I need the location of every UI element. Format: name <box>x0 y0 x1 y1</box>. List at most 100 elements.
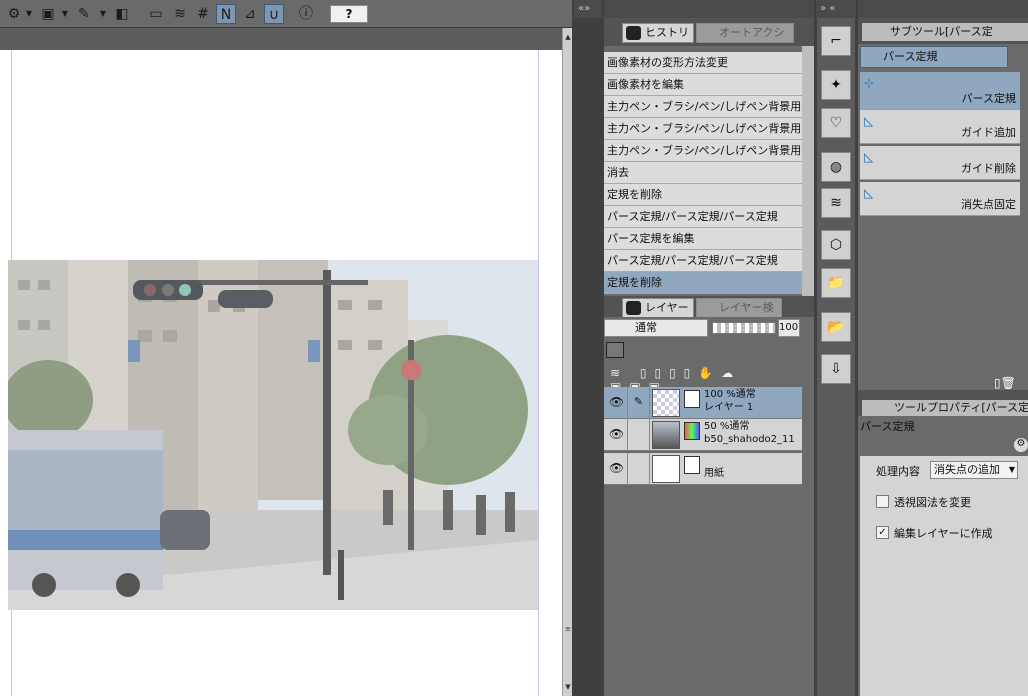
layer-name: b50_shahodo2_11 <box>704 434 795 445</box>
layer-thumbnail <box>652 389 680 417</box>
panel-divider <box>572 0 604 696</box>
visibility-eye-icon[interactable]: 👁 <box>606 419 628 451</box>
layer-thumbnail <box>652 455 680 483</box>
process-select-value: 消失点の追加 <box>934 463 1000 476</box>
new-delete-icon[interactable]: ▯🗑 <box>994 376 1024 390</box>
history-item[interactable]: 消去 <box>604 162 802 184</box>
info-icon[interactable]: ⓘ <box>296 4 316 24</box>
history-item-selected[interactable]: 定規を削除 <box>604 272 802 294</box>
wand-icon[interactable]: ✎ <box>74 4 94 24</box>
folder-icon[interactable]: 📁 <box>821 268 851 298</box>
process-select[interactable]: 消失点の追加 ▼ <box>930 461 1018 479</box>
subtool-column-header <box>858 0 1028 18</box>
create-on-edit-layer-checkbox[interactable]: ✓ <box>876 526 889 539</box>
triangle-ruler-icon: ◺ <box>864 186 874 200</box>
history-item[interactable]: 定規を削除 <box>604 184 802 206</box>
ruler-icon <box>684 390 700 408</box>
history-item[interactable]: 主力ペン・ブラシ/ペン/しげペン背景用 <box>604 118 802 140</box>
visibility-eye-icon[interactable]: 👁 <box>606 453 628 485</box>
toolprop-body <box>860 456 1028 696</box>
toolprop-header[interactable]: ツールプロパティ[パース定 <box>862 400 1028 416</box>
history-item[interactable]: 画像素材の変形方法変更 <box>604 52 802 74</box>
layer-row[interactable]: 👁 50 %通常 b50_shahodo2_11 <box>604 419 802 451</box>
dropdown-arrow-icon[interactable]: ▼ <box>24 4 34 24</box>
layers-icon[interactable]: ≋ <box>170 4 190 24</box>
layer-opacity-mode: 100 %通常 <box>704 389 756 400</box>
tab-history[interactable]: ヒストリー <box>622 23 694 57</box>
layer-name: レイヤー 1 <box>704 402 754 413</box>
visibility-eye-icon[interactable]: 👁 <box>606 387 628 419</box>
opacity-value[interactable]: 100 <box>778 319 800 337</box>
layer-opacity-mode: 50 %通常 <box>704 421 750 432</box>
dropdown-arrow-icon[interactable]: ▼ <box>60 4 70 24</box>
history-item[interactable]: 主力ペン・ブラシ/ペン/しげペン背景用 <box>604 96 802 118</box>
triangle-ruler-icon: ◺ <box>864 150 874 164</box>
layer-name: 用紙 <box>704 468 724 479</box>
subtool-item-label: ガイド削除 <box>961 162 1016 175</box>
chevron-down-icon: ▼ <box>1008 465 1015 474</box>
special-ruler-snap-icon[interactable]: ⊿ <box>240 4 260 24</box>
opacity-slider[interactable] <box>712 322 776 334</box>
grid-snap-icon[interactable]: ∪ <box>264 4 284 24</box>
frame-icon[interactable]: ▣ <box>38 4 58 24</box>
triangle-ruler-icon: ◺ <box>864 114 874 128</box>
blend-mode-select[interactable]: 通常 <box>604 319 708 337</box>
layer-row[interactable]: 👁 ✎ 100 %通常 レイヤー 1 <box>604 387 802 419</box>
edit-pen-icon: ✎ <box>628 387 650 419</box>
collapse-palette-icon[interactable]: » « <box>816 0 856 18</box>
color-mode-icon[interactable]: ◧ <box>112 4 132 24</box>
canvas[interactable] <box>0 50 562 696</box>
layer-color-icon[interactable] <box>606 342 624 358</box>
layer-thumbnail <box>652 421 680 449</box>
history-item[interactable]: 主力ペン・ブラシ/ペン/しげペン背景用 <box>604 140 802 162</box>
subtool-item[interactable]: ◺ ガイド削除 <box>860 146 1020 180</box>
tool-group-icon[interactable]: ◍ <box>821 152 851 182</box>
tool-settings-icon[interactable]: ⚙ <box>4 4 24 24</box>
subtool-item[interactable]: ⊹ パース定規 <box>860 72 1020 110</box>
history-scrollbar[interactable] <box>802 46 814 296</box>
history-icon <box>626 26 641 40</box>
subtool-item-label: 消失点固定 <box>961 198 1016 211</box>
dropdown-arrow-icon[interactable]: ▼ <box>98 4 108 24</box>
panel-column-header <box>604 0 814 18</box>
create-on-edit-layer-label: 編集レイヤーに作成 <box>894 527 993 540</box>
canvas-header <box>0 28 572 50</box>
subtool-item-label: ガイド追加 <box>961 126 1016 139</box>
tab-layer[interactable]: レイヤー <box>622 298 694 318</box>
subtool-header[interactable]: サブツール[パース定 <box>862 23 1028 41</box>
toolprop-tool-name: パース定規 <box>860 420 915 433</box>
tab-layer-search[interactable]: レイヤー検索 <box>696 298 782 332</box>
history-item[interactable]: パース定規/パース定規/パース定規 <box>604 250 802 272</box>
wrench-icon[interactable]: ⚙ <box>1014 438 1028 452</box>
layer-tools-icon[interactable]: ≋ ▯▯▯▯✋☁▣▣▣ <box>610 366 798 394</box>
palette-column: ⌐ ✦ ♡ ◍ ≋ ⬡ 📁 📂 ⇩ <box>817 18 855 696</box>
subtool-item[interactable]: ◺ ガイド追加 <box>860 110 1020 144</box>
toolprop-title: ツールプロパティ[パース定 <box>894 401 1028 414</box>
subtool-item[interactable]: ◺ 消失点固定 <box>860 182 1020 216</box>
subtool-item-label: パース定規 <box>961 92 1016 105</box>
collapse-left-icon[interactable]: «» <box>574 0 602 18</box>
help-button[interactable]: ? <box>330 5 368 23</box>
layer-row[interactable]: 👁 用紙 <box>604 453 802 485</box>
perspective-change-checkbox[interactable] <box>876 495 889 508</box>
ruler-snap-icon[interactable]: N <box>216 4 236 24</box>
download-icon[interactable]: ⇩ <box>821 354 851 384</box>
tool-group-icon[interactable]: ≋ <box>821 188 851 218</box>
grid-icon[interactable]: # <box>193 4 213 24</box>
history-item[interactable]: パース定規/パース定規/パース定規 <box>604 206 802 228</box>
history-list: 画像素材の変形方法変更 画像素材を編集 主力ペン・ブラシ/ペン/しげペン背景用 … <box>604 46 802 296</box>
tool-group-icon[interactable]: ⬡ <box>821 230 851 260</box>
subtool-group-tab[interactable]: パース定規 <box>860 46 1008 68</box>
history-item[interactable]: パース定規を編集 <box>604 228 802 250</box>
canvas-vertical-scrollbar[interactable]: ▲ ≡ ▼ <box>562 28 572 696</box>
edit-pen-icon <box>628 453 650 485</box>
tab-auto-action[interactable]: オートアクション <box>696 23 794 57</box>
tool-group-icon[interactable]: ⌐ <box>821 26 851 56</box>
tool-group-icon[interactable]: ✦ <box>821 70 851 100</box>
canvas-guide-line <box>538 50 539 696</box>
tab-layer-label: レイヤー <box>645 301 689 314</box>
history-item[interactable]: 画像素材を編集 <box>604 74 802 96</box>
folder-open-icon[interactable]: 📂 <box>821 312 851 342</box>
tool-group-icon[interactable]: ♡ <box>821 108 851 138</box>
camera-icon[interactable]: ▭ <box>146 4 166 24</box>
